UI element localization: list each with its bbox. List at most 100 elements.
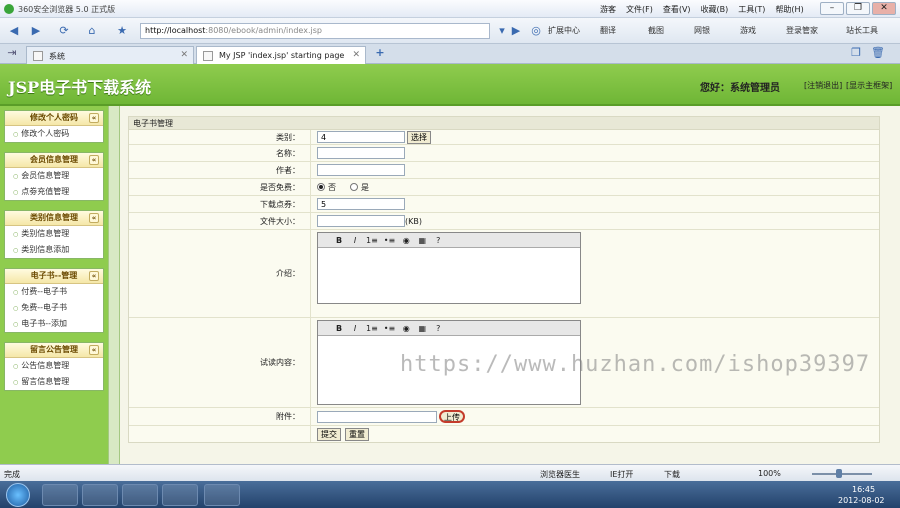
sidebar-group-header[interactable]: 电子书--管理 « bbox=[5, 269, 103, 284]
intro-editor-body[interactable] bbox=[318, 248, 580, 303]
maximize-button[interactable]: ❐ bbox=[846, 2, 870, 15]
category-input[interactable] bbox=[317, 131, 405, 143]
taskbar-folder[interactable] bbox=[204, 484, 240, 506]
zoom-level[interactable]: 100% bbox=[758, 469, 781, 478]
browser-doctor-button[interactable]: 浏览器医生 bbox=[540, 469, 580, 480]
zoom-slider-handle[interactable] bbox=[836, 469, 842, 478]
trash-icon[interactable]: 🗑 bbox=[868, 45, 888, 61]
menu-item-guest[interactable]: 游客 bbox=[600, 4, 616, 15]
sidebar-splitter[interactable] bbox=[108, 106, 120, 464]
sidebar-item-category-add[interactable]: 类别信息添加 bbox=[5, 242, 103, 258]
address-bar[interactable]: http://localhost:8080/ebook/admin/index.… bbox=[140, 23, 490, 39]
points-input[interactable] bbox=[317, 198, 405, 210]
bold-icon[interactable]: B bbox=[334, 236, 344, 245]
taskbar-ie[interactable] bbox=[82, 484, 118, 506]
tab-list-icon[interactable]: ❐ bbox=[846, 45, 866, 61]
tab-index-jsp[interactable]: My JSP 'index.jsp' starting page ✕ bbox=[196, 46, 366, 64]
security-icon[interactable]: ◎ bbox=[526, 23, 546, 39]
sidebar-item-message-management[interactable]: 留言信息管理 bbox=[5, 374, 103, 390]
author-input[interactable] bbox=[317, 164, 405, 176]
menu-item-help[interactable]: 帮助(H) bbox=[775, 4, 803, 15]
free-no-radio[interactable] bbox=[317, 183, 325, 191]
ordered-list-icon[interactable]: 1≡ bbox=[366, 324, 378, 333]
help-icon[interactable]: ? bbox=[433, 324, 443, 333]
menu-item-view[interactable]: 查看(V) bbox=[663, 4, 691, 15]
bold-icon[interactable]: B bbox=[334, 324, 344, 333]
form-row-actions: 提交 重置 bbox=[129, 426, 879, 442]
link-icon[interactable]: ◉ bbox=[401, 324, 411, 333]
name-input[interactable] bbox=[317, 147, 405, 159]
size-input[interactable] bbox=[317, 215, 405, 227]
toolbar-banking[interactable]: 网银 bbox=[694, 25, 710, 36]
close-tab-icon[interactable]: ✕ bbox=[352, 50, 360, 60]
toolbar-screenshot[interactable]: 截图 bbox=[648, 25, 664, 36]
zoom-slider[interactable] bbox=[812, 473, 872, 475]
ordered-list-icon[interactable]: 1≡ bbox=[366, 236, 378, 245]
collapse-icon[interactable]: « bbox=[89, 213, 99, 223]
navigation-bar: ◀ ▶ ⟳ ⌂ ★ http://localhost:8080/ebook/ad… bbox=[0, 18, 900, 44]
start-button[interactable] bbox=[6, 483, 30, 507]
link-icon[interactable]: ◉ bbox=[401, 236, 411, 245]
toolbar-extensions[interactable]: 扩展中心 bbox=[548, 25, 580, 36]
sidebar-item-member-management[interactable]: 会员信息管理 bbox=[5, 168, 103, 184]
minimize-button[interactable]: – bbox=[820, 2, 844, 15]
logout-link[interactable]: [注销退出] bbox=[804, 80, 842, 91]
show-main-frame-link[interactable]: [显示主框架] bbox=[846, 80, 892, 91]
unordered-list-icon[interactable]: •≡ bbox=[384, 236, 395, 245]
collapse-icon[interactable]: « bbox=[89, 113, 99, 123]
sidebar-item-points-recharge[interactable]: 点劵充值管理 bbox=[5, 184, 103, 200]
sidebar-group-header[interactable]: 会员信息管理 « bbox=[5, 153, 103, 168]
toolbar-translate[interactable]: 翻译 bbox=[600, 25, 616, 36]
toolbar-games[interactable]: 游戏 bbox=[740, 25, 756, 36]
back-icon[interactable]: ◀ bbox=[4, 23, 24, 39]
tab-system[interactable]: 系统 ✕ bbox=[26, 46, 194, 64]
tab-label: 系统 bbox=[49, 52, 65, 61]
download-button[interactable]: 下载 bbox=[664, 469, 680, 480]
menu-item-favorites[interactable]: 收藏(B) bbox=[701, 4, 729, 15]
taskbar-app-red[interactable] bbox=[122, 484, 158, 506]
upload-button[interactable]: 上传 bbox=[439, 410, 465, 423]
select-category-button[interactable]: 选择 bbox=[407, 130, 431, 144]
reset-button[interactable]: 重置 bbox=[345, 427, 369, 441]
toolbar-login-manager[interactable]: 登录管家 bbox=[786, 25, 818, 36]
page-icon bbox=[33, 51, 43, 61]
collapse-icon[interactable]: « bbox=[89, 345, 99, 355]
sidebar-item-add-ebook[interactable]: 电子书--添加 bbox=[5, 316, 103, 332]
new-tab-button[interactable]: + bbox=[370, 45, 390, 61]
taskbar-eclipse[interactable] bbox=[162, 484, 198, 506]
points-label: 下载点券： bbox=[129, 196, 311, 212]
collapse-icon[interactable]: « bbox=[89, 155, 99, 165]
collapse-icon[interactable]: « bbox=[89, 271, 99, 281]
favorite-star-icon[interactable]: ★ bbox=[112, 23, 132, 39]
image-icon[interactable]: ▦ bbox=[417, 324, 427, 333]
sidebar-item-category-management[interactable]: 类别信息管理 bbox=[5, 226, 103, 242]
forward-icon[interactable]: ▶ bbox=[26, 23, 46, 39]
attachment-input[interactable] bbox=[317, 410, 437, 423]
free-yes-radio[interactable] bbox=[350, 183, 358, 191]
open-in-ie-button[interactable]: IE打开 bbox=[610, 469, 633, 480]
sidebar-toggle-icon[interactable]: ⇥ bbox=[2, 45, 22, 61]
go-icon[interactable]: ▶ bbox=[506, 23, 526, 39]
menu-item-file[interactable]: 文件(F) bbox=[626, 4, 653, 15]
close-window-button[interactable]: ✕ bbox=[872, 2, 896, 15]
unordered-list-icon[interactable]: •≡ bbox=[384, 324, 395, 333]
home-icon[interactable]: ⌂ bbox=[82, 23, 102, 39]
toolbar-webmaster[interactable]: 站长工具 bbox=[846, 25, 878, 36]
help-icon[interactable]: ? bbox=[433, 236, 443, 245]
image-icon[interactable]: ▦ bbox=[417, 236, 427, 245]
sidebar-group-header[interactable]: 类别信息管理 « bbox=[5, 211, 103, 226]
sidebar-group-header[interactable]: 修改个人密码 « bbox=[5, 111, 103, 126]
sidebar-group-header[interactable]: 留言公告管理 « bbox=[5, 343, 103, 358]
sidebar-item-change-password[interactable]: 修改个人密码 bbox=[5, 126, 103, 142]
submit-button[interactable]: 提交 bbox=[317, 427, 341, 441]
close-tab-icon[interactable]: ✕ bbox=[180, 50, 188, 60]
italic-icon[interactable]: I bbox=[350, 324, 360, 333]
refresh-icon[interactable]: ⟳ bbox=[54, 23, 74, 39]
sidebar-item-free-ebooks[interactable]: 免费--电子书 bbox=[5, 300, 103, 316]
sidebar-item-paid-ebooks[interactable]: 付费--电子书 bbox=[5, 284, 103, 300]
sidebar-group-members: 会员信息管理 « 会员信息管理 点劵充值管理 bbox=[4, 152, 104, 201]
menu-item-tools[interactable]: 工具(T) bbox=[738, 4, 765, 15]
taskbar-360-browser[interactable] bbox=[42, 484, 78, 506]
sidebar-item-notice-management[interactable]: 公告信息管理 bbox=[5, 358, 103, 374]
italic-icon[interactable]: I bbox=[350, 236, 360, 245]
